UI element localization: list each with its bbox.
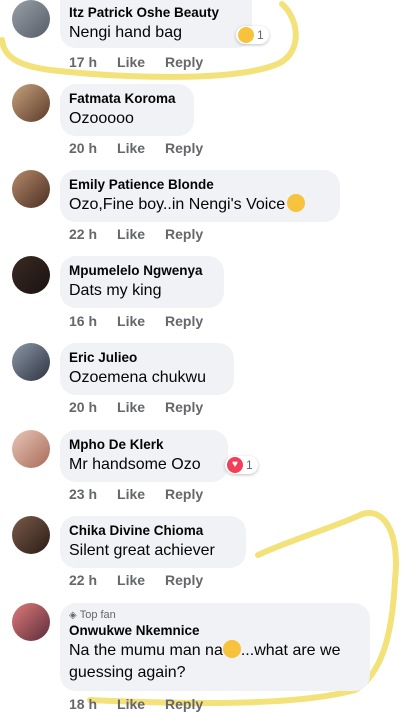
comment-bubble: Fatmata Koroma Ozooooo [60,84,194,136]
commenter-name[interactable]: Mpho De Klerk [69,436,216,454]
like-button[interactable]: Like [117,399,145,415]
avatar[interactable] [12,603,50,641]
comment-text-content: Ozo,Fine boy..in Nengi's Voice [69,196,286,213]
like-button[interactable]: Like [117,140,145,156]
comment-text: Ozoemena chukwu [69,369,206,386]
comment-actions: 17 h Like Reply [69,54,203,70]
like-button[interactable]: Like [117,226,145,242]
comment-actions: 16 h Like Reply [69,313,203,329]
comment-text: Nengi hand bag [69,24,182,41]
reply-button[interactable]: Reply [165,140,203,156]
reply-button[interactable]: Reply [165,486,203,502]
like-button[interactable]: Like [117,54,145,70]
like-button[interactable]: Like [117,486,145,502]
comment-text: Ozooooo [69,110,134,127]
comment-text-line2: guessing again? [69,664,186,681]
reply-button[interactable]: Reply [165,696,203,712]
reaction-badge[interactable]: ♥ 1 [225,456,258,474]
avatar[interactable] [12,343,50,381]
comment-time[interactable]: 23 h [69,486,97,502]
commenter-name[interactable]: Eric Julieo [69,349,222,367]
avatar[interactable] [12,0,50,38]
grin-emoji-icon [222,640,241,658]
reply-button[interactable]: Reply [165,572,203,588]
reaction-badge[interactable]: 1 [236,26,269,44]
commenter-name[interactable]: Itz Patrick Oshe Beauty [69,4,240,22]
top-fan-label: Top fan [79,609,116,621]
commenter-name[interactable]: Onwukwe Nkemnice [69,622,358,640]
comment-bubble: Mpumelelo Ngwenya Dats my king [60,256,224,308]
commenter-name[interactable]: Mpumelelo Ngwenya [69,262,212,280]
commenter-name[interactable]: Fatmata Koroma [69,90,182,108]
avatar[interactable] [12,516,50,554]
comment-bubble: Chika Divine Chioma Silent great achieve… [60,516,246,568]
heart-icon: ♥ [227,457,243,473]
comment-actions: 22 h Like Reply [69,572,203,588]
avatar[interactable] [12,430,50,468]
comment-text-part1: Na the mumu man na [69,642,223,659]
comment-time[interactable]: 17 h [69,54,97,70]
comment-text-part2: ...what are we [240,642,341,659]
comment-actions: 20 h Like Reply [69,399,203,415]
laugh-emoji-icon [238,27,254,43]
comment-text: Ozo,Fine boy..in Nengi's Voice [69,194,328,216]
like-button[interactable]: Like [117,696,145,712]
comment-time[interactable]: 22 h [69,226,97,242]
top-fan-badge: ◈ Top fan [69,609,358,621]
avatar[interactable] [12,170,50,208]
comment-text: Mr handsome Ozo [69,456,201,473]
comment-bubble: Mpho De Klerk Mr handsome Ozo [60,430,228,482]
comment-bubble: Itz Patrick Oshe Beauty Nengi hand bag [60,0,252,48]
comment-time[interactable]: 20 h [69,140,97,156]
comment-text: Dats my king [69,282,162,299]
avatar[interactable] [12,256,50,294]
like-button[interactable]: Like [117,572,145,588]
comment-time[interactable]: 18 h [69,696,97,712]
comment-text: Silent great achiever [69,542,215,559]
comment-actions: 18 h Like Reply [69,696,203,712]
reply-button[interactable]: Reply [165,226,203,242]
comment-time[interactable]: 22 h [69,572,97,588]
comment-text: Na the mumu man na ...what are we [69,640,358,662]
comment-bubble: Emily Patience Blonde Ozo,Fine boy..in N… [60,170,340,222]
comment-bubble: ◈ Top fan Onwukwe Nkemnice Na the mumu m… [60,603,370,691]
reaction-count: 1 [257,28,264,42]
comment-time[interactable]: 16 h [69,313,97,329]
comment-actions: 23 h Like Reply [69,486,203,502]
reaction-count: 1 [246,458,253,472]
like-button[interactable]: Like [117,313,145,329]
commenter-name[interactable]: Emily Patience Blonde [69,176,328,194]
diamond-icon: ◈ [69,609,77,621]
commenter-name[interactable]: Chika Divine Chioma [69,522,234,540]
comment-time[interactable]: 20 h [69,399,97,415]
reply-button[interactable]: Reply [165,313,203,329]
reply-button[interactable]: Reply [165,399,203,415]
reply-button[interactable]: Reply [165,54,203,70]
wink-emoji-icon [287,194,306,212]
comment-actions: 20 h Like Reply [69,140,203,156]
comment-bubble: Eric Julieo Ozoemena chukwu [60,343,234,395]
avatar[interactable] [12,84,50,122]
comment-actions: 22 h Like Reply [69,226,203,242]
